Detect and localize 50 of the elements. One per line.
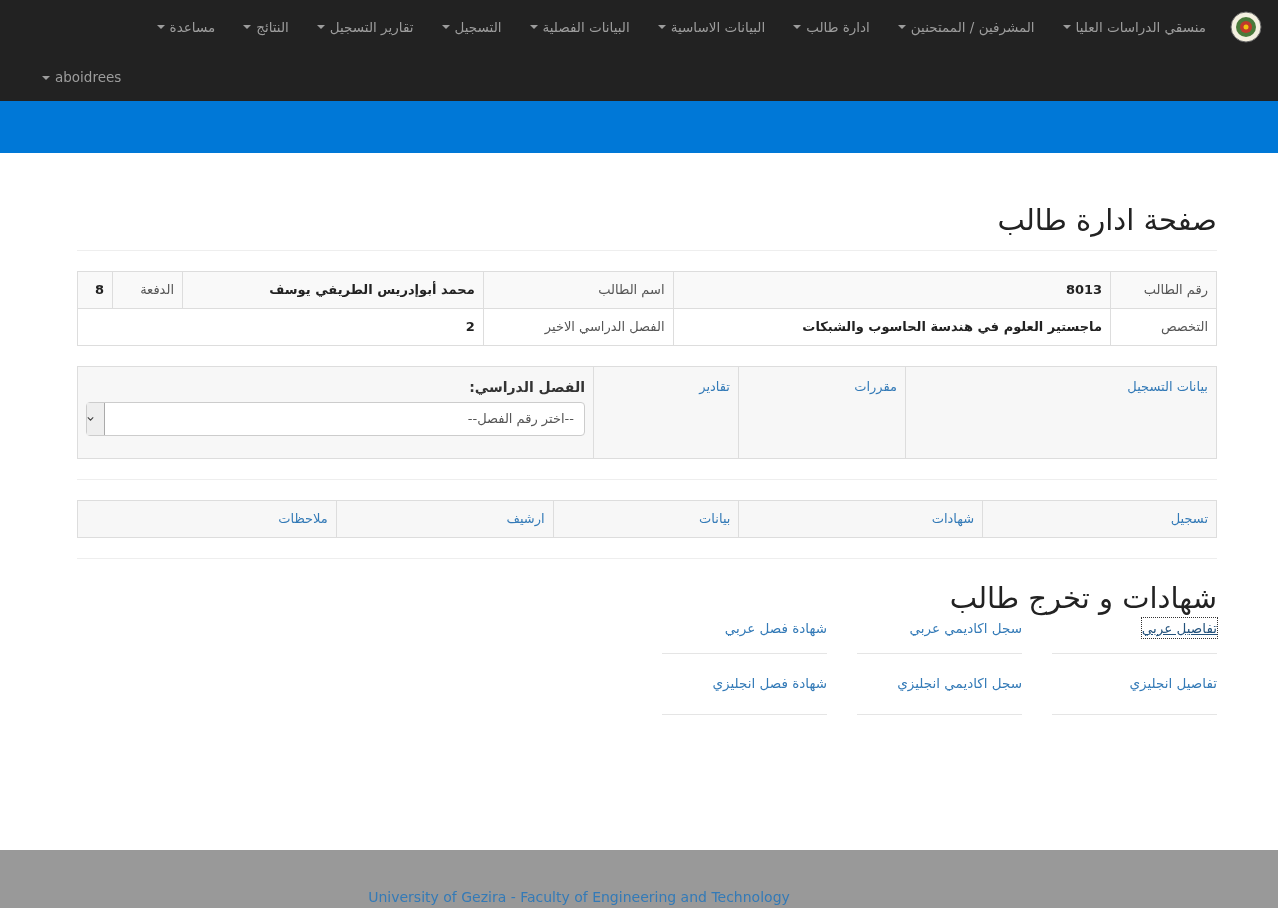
page-title: صفحة ادارة طالب: [77, 203, 1217, 251]
caret-icon: [1062, 25, 1071, 29]
certificate-link[interactable]: سجل اكاديمي عربي: [909, 617, 1022, 638]
field-label: التخصص: [1110, 308, 1217, 346]
field-label: الفصل الدراسي الاخير: [483, 308, 674, 346]
panel-link[interactable]: بيانات التسجيل: [1127, 378, 1208, 394]
caret-icon: [316, 25, 325, 29]
tab-link[interactable]: ملاحظات: [278, 509, 328, 529]
tab-link[interactable]: ارشيف: [506, 509, 545, 529]
caret-icon: [156, 25, 165, 29]
nav-menu[interactable]: البيانات الاساسية: [643, 16, 780, 38]
caret-icon: [243, 25, 252, 29]
semester-label: الفصل الدراسي:: [468, 377, 585, 397]
caret-icon: [657, 25, 666, 29]
caret-icon: [793, 25, 802, 29]
certificate-link[interactable]: شهادة فصل عربي: [724, 617, 827, 638]
nav-menu[interactable]: تقارير التسجيل: [302, 16, 428, 38]
section-title: شهادات و تخرج طالب: [948, 580, 1217, 616]
field-label: رقم الطالب: [1110, 271, 1217, 309]
chevron-down-icon: [87, 415, 94, 422]
field-label: اسم الطالب: [483, 271, 674, 309]
certificate-link[interactable]: تفاصيل انجليزي: [1129, 673, 1217, 694]
field-label: الدفعة: [112, 271, 183, 309]
panel-link[interactable]: تقادير: [699, 378, 730, 394]
nav-menu[interactable]: منسقي الدراسات العليا: [1048, 16, 1220, 38]
nav-menu[interactable]: ادارة طالب: [779, 16, 884, 38]
certificate-link[interactable]: شهادة فصل انجليزي: [712, 673, 827, 694]
caret-icon: [897, 25, 906, 29]
field-value: 8013: [673, 271, 1111, 309]
field-value: ماجستير العلوم في هندسة الحاسوب والشبكات: [673, 308, 1111, 346]
certificate-link[interactable]: سجل اكاديمي انجليزي: [897, 673, 1022, 694]
tab-link[interactable]: تسجيل: [1170, 509, 1208, 529]
nav-menu[interactable]: التسجيل: [427, 16, 516, 38]
certificate-link[interactable]: تفاصيل عربي: [1141, 617, 1217, 638]
tab-link[interactable]: شهادات: [931, 509, 975, 529]
tab-link[interactable]: بيانات: [699, 509, 731, 529]
caret-icon: [529, 25, 538, 29]
field-value: محمد أبوإدريس الطريفي يوسف: [182, 271, 484, 309]
field-value: 2: [77, 308, 484, 346]
semester-select[interactable]: --اختر رقم الفصل--: [86, 401, 585, 436]
nav-menu[interactable]: النتائج: [229, 16, 303, 38]
nav-menu[interactable]: المشرفين / الممتحنين: [883, 16, 1049, 38]
university-logo-icon[interactable]: [1230, 11, 1262, 43]
caret-icon: [441, 25, 450, 29]
nav-menu[interactable]: مساعدة: [142, 16, 230, 38]
caret-icon: [42, 75, 50, 80]
panel-link[interactable]: مقررات: [854, 378, 897, 394]
nav-menu[interactable]: البيانات الفصلية: [515, 16, 644, 38]
user-menu[interactable]: aboidrees: [28, 67, 136, 88]
field-value: 8: [77, 271, 113, 309]
